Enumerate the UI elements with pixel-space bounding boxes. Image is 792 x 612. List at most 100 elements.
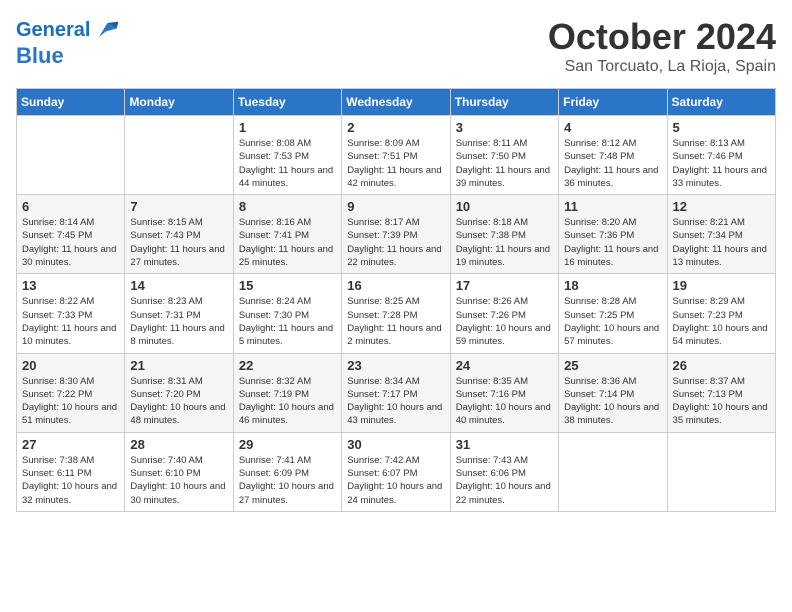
calendar-cell: 30Sunrise: 7:42 AMSunset: 6:07 PMDayligh…	[342, 432, 450, 511]
day-number: 10	[456, 199, 553, 214]
calendar-cell	[667, 432, 775, 511]
day-info: Sunrise: 8:18 AMSunset: 7:38 PMDaylight:…	[456, 216, 553, 269]
day-number: 16	[347, 278, 444, 293]
calendar-cell: 20 Sunrise: 8:30 AMSunset: 7:22 PMDayligh…	[17, 353, 125, 432]
day-info: Sunrise: 8:25 AMSunset: 7:28 PMDaylight:…	[347, 295, 444, 348]
calendar-cell: 17 Sunrise: 8:26 AMSunset: 7:26 PMDayligh…	[450, 274, 558, 353]
day-number: 7	[130, 199, 227, 214]
calendar-cell: 21Sunrise: 8:31 AMSunset: 7:20 PMDayligh…	[125, 353, 233, 432]
day-number: 25	[564, 358, 661, 373]
title-block: October 2024 San Torcuato, La Rioja, Spa…	[548, 16, 776, 76]
col-header-sunday: Sunday	[17, 89, 125, 116]
day-info: Sunrise: 8:32 AMSunset: 7:19 PMDaylight:…	[239, 375, 336, 428]
logo-bird-icon	[92, 16, 120, 44]
calendar-cell: 31Sunrise: 7:43 AMSunset: 6:06 PMDayligh…	[450, 432, 558, 511]
calendar-cell: 24Sunrise: 8:35 AMSunset: 7:16 PMDayligh…	[450, 353, 558, 432]
calendar-cell: 28 Sunrise: 7:40 AMSunset: 6:10 PMDayligh…	[125, 432, 233, 511]
day-info: Sunrise: 8:14 AMSunset: 7:45 PMDaylight:…	[22, 216, 119, 269]
day-number: 9	[347, 199, 444, 214]
day-number: 11	[564, 199, 661, 214]
page-header: General Blue October 2024 San Torcuato, …	[16, 16, 776, 76]
day-number: 2	[347, 120, 444, 135]
calendar-cell: 13Sunrise: 8:22 AMSunset: 7:33 PMDayligh…	[17, 274, 125, 353]
day-number: 22	[239, 358, 336, 373]
calendar-week-row: 13Sunrise: 8:22 AMSunset: 7:33 PMDayligh…	[17, 274, 776, 353]
logo: General Blue	[16, 16, 120, 68]
day-number: 6	[22, 199, 119, 214]
calendar-cell: 3 Sunrise: 8:11 AMSunset: 7:50 PMDaylight…	[450, 116, 558, 195]
day-info: Sunrise: 8:24 AMSunset: 7:30 PMDaylight:…	[239, 295, 336, 348]
day-number: 20	[22, 358, 119, 373]
calendar-cell: 14Sunrise: 8:23 AMSunset: 7:31 PMDayligh…	[125, 274, 233, 353]
calendar-cell: 27Sunrise: 7:38 AMSunset: 6:11 PMDayligh…	[17, 432, 125, 511]
calendar-cell: 15Sunrise: 8:24 AMSunset: 7:30 PMDayligh…	[233, 274, 341, 353]
day-number: 8	[239, 199, 336, 214]
day-info: Sunrise: 8:37 AMSunset: 7:13 PMDaylight:…	[673, 375, 770, 428]
col-header-monday: Monday	[125, 89, 233, 116]
calendar-cell: 6 Sunrise: 8:14 AMSunset: 7:45 PMDaylight…	[17, 195, 125, 274]
col-header-wednesday: Wednesday	[342, 89, 450, 116]
calendar-cell: 1 Sunrise: 8:08 AMSunset: 7:53 PMDaylight…	[233, 116, 341, 195]
day-info: Sunrise: 7:41 AMSunset: 6:09 PMDaylight:…	[239, 454, 336, 507]
calendar-cell	[17, 116, 125, 195]
day-info: Sunrise: 7:43 AMSunset: 6:06 PMDaylight:…	[456, 454, 553, 507]
calendar-cell: 22 Sunrise: 8:32 AMSunset: 7:19 PMDayligh…	[233, 353, 341, 432]
day-info: Sunrise: 8:13 AMSunset: 7:46 PMDaylight:…	[673, 137, 770, 190]
col-header-tuesday: Tuesday	[233, 89, 341, 116]
col-header-thursday: Thursday	[450, 89, 558, 116]
day-info: Sunrise: 8:29 AMSunset: 7:23 PMDaylight:…	[673, 295, 770, 348]
day-number: 26	[673, 358, 770, 373]
day-number: 27	[22, 437, 119, 452]
calendar-week-row: 6 Sunrise: 8:14 AMSunset: 7:45 PMDaylight…	[17, 195, 776, 274]
calendar-cell: 19 Sunrise: 8:29 AMSunset: 7:23 PMDayligh…	[667, 274, 775, 353]
day-number: 14	[130, 278, 227, 293]
calendar-cell: 29 Sunrise: 7:41 AMSunset: 6:09 PMDayligh…	[233, 432, 341, 511]
day-number: 5	[673, 120, 770, 135]
day-number: 23	[347, 358, 444, 373]
calendar-week-row: 1 Sunrise: 8:08 AMSunset: 7:53 PMDaylight…	[17, 116, 776, 195]
calendar-cell	[559, 432, 667, 511]
month-title: October 2024	[548, 16, 776, 58]
day-info: Sunrise: 8:26 AMSunset: 7:26 PMDaylight:…	[456, 295, 553, 348]
day-info: Sunrise: 7:40 AMSunset: 6:10 PMDaylight:…	[130, 454, 227, 507]
day-number: 24	[456, 358, 553, 373]
day-info: Sunrise: 8:16 AMSunset: 7:41 PMDaylight:…	[239, 216, 336, 269]
day-info: Sunrise: 8:15 AMSunset: 7:43 PMDaylight:…	[130, 216, 227, 269]
calendar-cell: 18 Sunrise: 8:28 AMSunset: 7:25 PMDayligh…	[559, 274, 667, 353]
calendar-header-row: SundayMondayTuesdayWednesdayThursdayFrid…	[17, 89, 776, 116]
day-number: 21	[130, 358, 227, 373]
calendar-cell: 12Sunrise: 8:21 AMSunset: 7:34 PMDayligh…	[667, 195, 775, 274]
day-number: 28	[130, 437, 227, 452]
calendar-table: SundayMondayTuesdayWednesdayThursdayFrid…	[16, 88, 776, 512]
day-info: Sunrise: 7:42 AMSunset: 6:07 PMDaylight:…	[347, 454, 444, 507]
day-info: Sunrise: 8:11 AMSunset: 7:50 PMDaylight:…	[456, 137, 553, 190]
day-number: 29	[239, 437, 336, 452]
location-text: San Torcuato, La Rioja, Spain	[548, 58, 776, 76]
calendar-cell: 2 Sunrise: 8:09 AMSunset: 7:51 PMDaylight…	[342, 116, 450, 195]
day-info: Sunrise: 8:34 AMSunset: 7:17 PMDaylight:…	[347, 375, 444, 428]
day-info: Sunrise: 8:28 AMSunset: 7:25 PMDaylight:…	[564, 295, 661, 348]
day-number: 19	[673, 278, 770, 293]
day-number: 17	[456, 278, 553, 293]
calendar-cell: 25Sunrise: 8:36 AMSunset: 7:14 PMDayligh…	[559, 353, 667, 432]
calendar-cell: 5 Sunrise: 8:13 AMSunset: 7:46 PMDaylight…	[667, 116, 775, 195]
calendar-cell: 16 Sunrise: 8:25 AMSunset: 7:28 PMDayligh…	[342, 274, 450, 353]
calendar-cell: 10 Sunrise: 8:18 AMSunset: 7:38 PMDayligh…	[450, 195, 558, 274]
calendar-cell: 26 Sunrise: 8:37 AMSunset: 7:13 PMDayligh…	[667, 353, 775, 432]
day-number: 18	[564, 278, 661, 293]
day-number: 3	[456, 120, 553, 135]
day-info: Sunrise: 8:30 AMSunset: 7:22 PMDaylight:…	[22, 375, 119, 428]
calendar-cell: 9 Sunrise: 8:17 AMSunset: 7:39 PMDaylight…	[342, 195, 450, 274]
calendar-cell: 4Sunrise: 8:12 AMSunset: 7:48 PMDaylight…	[559, 116, 667, 195]
calendar-week-row: 27Sunrise: 7:38 AMSunset: 6:11 PMDayligh…	[17, 432, 776, 511]
day-info: Sunrise: 8:09 AMSunset: 7:51 PMDaylight:…	[347, 137, 444, 190]
day-info: Sunrise: 8:17 AMSunset: 7:39 PMDaylight:…	[347, 216, 444, 269]
logo-general: General	[16, 19, 90, 41]
col-header-saturday: Saturday	[667, 89, 775, 116]
col-header-friday: Friday	[559, 89, 667, 116]
calendar-cell: 7 Sunrise: 8:15 AMSunset: 7:43 PMDaylight…	[125, 195, 233, 274]
day-info: Sunrise: 8:08 AMSunset: 7:53 PMDaylight:…	[239, 137, 336, 190]
day-number: 1	[239, 120, 336, 135]
calendar-cell: 23 Sunrise: 8:34 AMSunset: 7:17 PMDayligh…	[342, 353, 450, 432]
day-number: 4	[564, 120, 661, 135]
